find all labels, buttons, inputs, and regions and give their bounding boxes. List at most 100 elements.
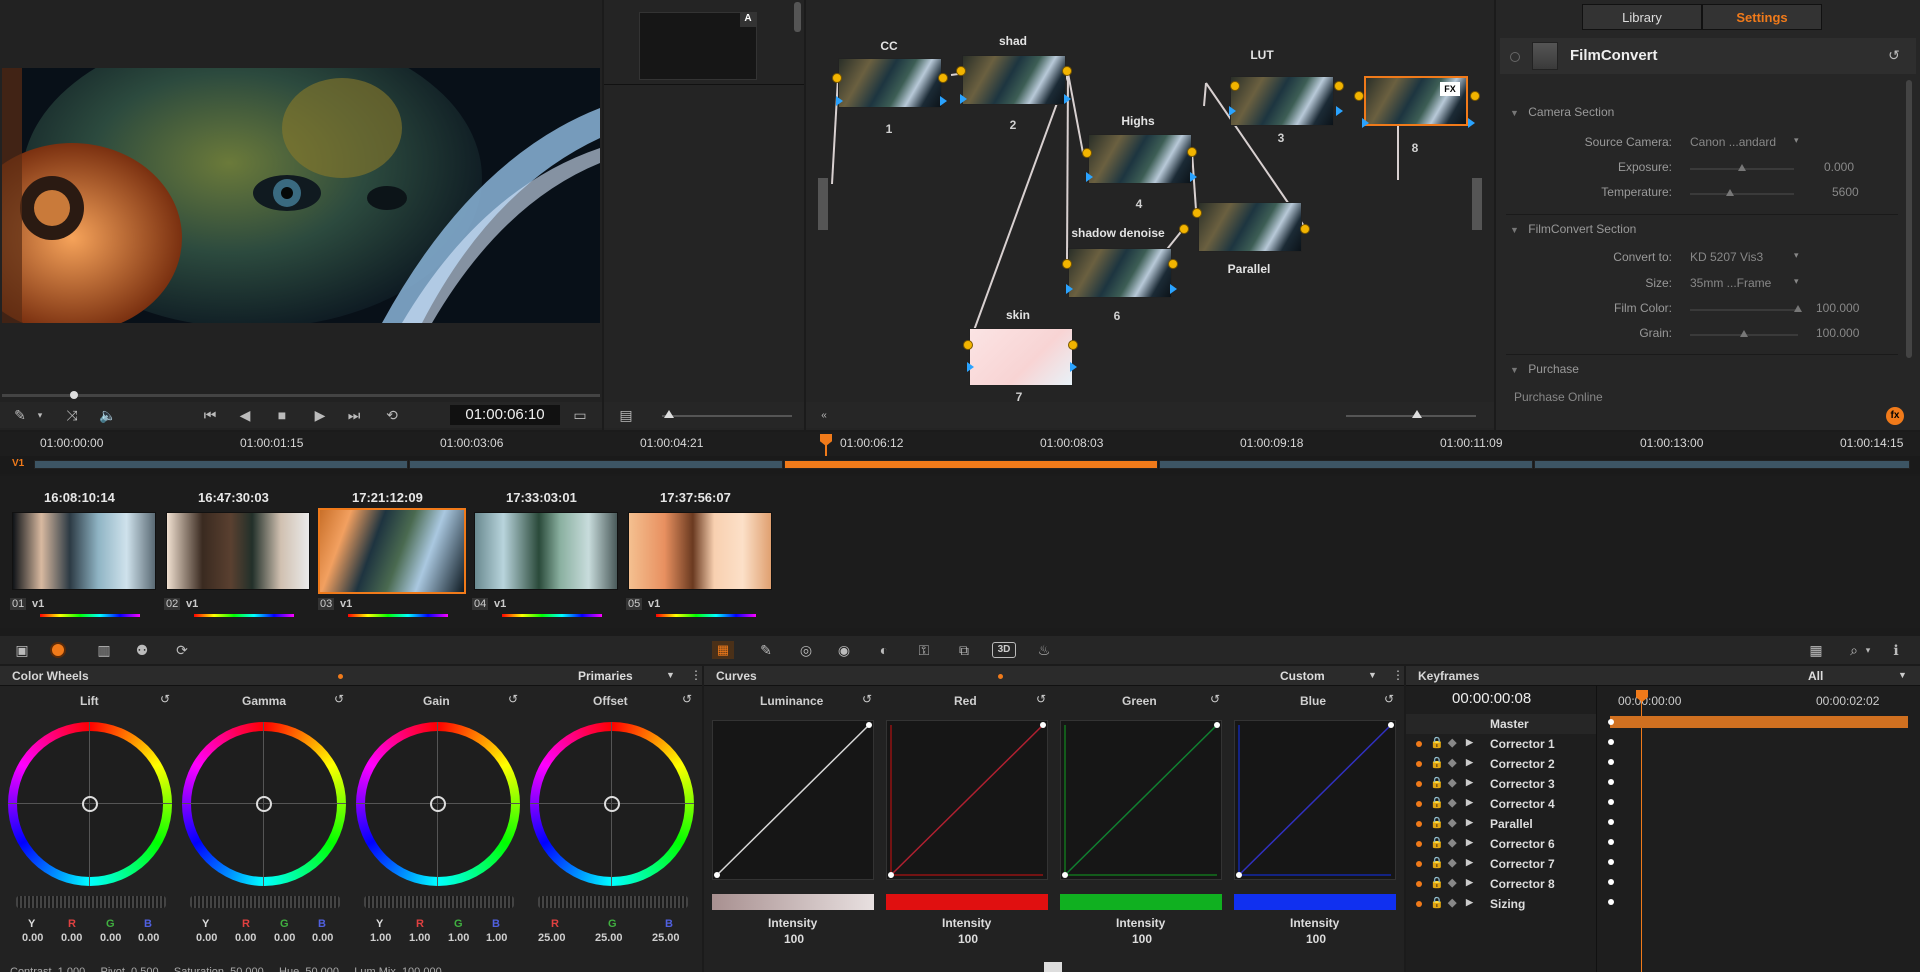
size-dropdown[interactable]: 35mm ...Frame [1690, 276, 1771, 290]
keyframe-enable-dot-icon[interactable] [1416, 761, 1422, 767]
keyframe-marker[interactable] [1608, 819, 1614, 825]
info-icon[interactable]: ℹ [1886, 641, 1906, 659]
skip-to-start-icon[interactable]: ⏮ [200, 406, 220, 424]
inspector-scrollbar[interactable] [1906, 80, 1912, 358]
play-reverse-icon[interactable]: ◀ [235, 406, 255, 424]
keyframe-row[interactable]: 🔒 ◆ ▶ Corrector 8 [1406, 874, 1596, 894]
gallery-zoom-handle[interactable] [664, 410, 674, 418]
timeline-ruler[interactable]: 01:00:00:00 01:00:01:15 01:00:03:06 01:0… [0, 432, 1920, 462]
key-icon[interactable]: ⚿ [914, 641, 934, 659]
gallery-scrollbar[interactable] [794, 2, 801, 32]
track-clip-3[interactable] [784, 460, 1158, 469]
keyframe-row-master[interactable]: Master [1406, 714, 1596, 734]
keyframe-diamond-icon[interactable]: ◆ [1448, 896, 1456, 909]
keyframe-marker[interactable] [1608, 759, 1614, 765]
color-wheels-palette-icon[interactable] [50, 642, 66, 658]
exposure-value[interactable]: 0.000 [1824, 160, 1854, 174]
parallel-input-1[interactable] [1192, 208, 1202, 218]
node-6-input[interactable] [1062, 259, 1072, 269]
keyframe-enable-dot-icon[interactable] [1416, 881, 1422, 887]
node-zoom-slider[interactable] [1346, 415, 1476, 417]
node-7-output[interactable] [1068, 340, 1078, 350]
camera-section-header[interactable]: ▼ Camera Section [1510, 105, 1890, 125]
gallery-album-icon[interactable]: ▤ [616, 406, 636, 424]
keyframe-enable-dot-icon[interactable] [1416, 801, 1422, 807]
lift-reset-icon[interactable]: ↺ [160, 692, 170, 706]
film-color-handle[interactable] [1794, 305, 1802, 312]
keyframe-expand-icon[interactable]: ▶ [1466, 777, 1473, 788]
keyframes-filter-dropdown[interactable]: All [1808, 669, 1823, 683]
keyframe-expand-icon[interactable]: ▶ [1466, 817, 1473, 828]
sync-icon[interactable]: ⟳ [172, 641, 192, 659]
keyframe-enable-dot-icon[interactable] [1416, 821, 1422, 827]
sizing-icon[interactable]: ⧉ [954, 641, 974, 659]
node-1-rgb-out[interactable] [940, 96, 947, 106]
node-7[interactable] [969, 328, 1073, 386]
green-curve[interactable] [1060, 720, 1222, 880]
grid-view-icon[interactable]: ▦ [1806, 641, 1826, 659]
eyedropper-tool-icon[interactable]: ✎ [10, 406, 30, 424]
clip-3-thumbnail[interactable] [318, 508, 466, 594]
node-4-rgb-out[interactable] [1190, 172, 1197, 182]
keyframe-expand-icon[interactable]: ▶ [1466, 877, 1473, 888]
keyframe-expand-icon[interactable]: ▶ [1466, 797, 1473, 808]
keyframe-diamond-icon[interactable]: ◆ [1448, 816, 1456, 829]
node-4-output[interactable] [1187, 147, 1197, 157]
stop-icon[interactable]: ■ [272, 406, 292, 424]
keyframe-diamond-icon[interactable]: ◆ [1448, 776, 1456, 789]
viewer-playhead[interactable] [70, 391, 78, 399]
red-intensity-bar[interactable] [886, 894, 1048, 910]
parallel-input-2[interactable] [1179, 224, 1189, 234]
keyframe-lock-icon[interactable]: 🔒 [1430, 836, 1444, 849]
keyframe-enable-dot-icon[interactable] [1416, 741, 1422, 747]
3d-icon[interactable]: 3D [992, 642, 1016, 658]
source-camera-dropdown[interactable]: Canon ...andard [1690, 135, 1776, 149]
keyframe-diamond-icon[interactable]: ◆ [1448, 736, 1456, 749]
blue-intensity-value[interactable]: 100 [1306, 932, 1326, 946]
keyframe-marker[interactable] [1608, 719, 1614, 725]
node-2-output[interactable] [1062, 66, 1072, 76]
blur-icon[interactable]: ◐ [874, 641, 894, 659]
color-wheels-menu-icon[interactable]: ⋮ [690, 668, 702, 682]
node-2[interactable] [962, 55, 1066, 105]
gamma-r-value[interactable]: 0.00 [235, 932, 256, 944]
offset-wheel[interactable] [530, 722, 694, 886]
keyframe-enable-dot-icon[interactable] [1416, 781, 1422, 787]
keyframe-diamond-icon[interactable]: ◆ [1448, 876, 1456, 889]
track-clip-4[interactable] [1159, 460, 1533, 469]
blue-curve[interactable] [1234, 720, 1396, 880]
keyframe-diamond-icon[interactable]: ◆ [1448, 836, 1456, 849]
grain-value[interactable]: 100.000 [1816, 326, 1859, 340]
keyframe-enable-dot-icon[interactable] [1416, 861, 1422, 867]
tab-library[interactable]: Library [1582, 4, 1702, 30]
node-6-rgb-out[interactable] [1170, 284, 1177, 294]
keyframe-marker[interactable] [1608, 899, 1614, 905]
keyframe-row[interactable]: 🔒 ◆ ▶ Parallel [1406, 814, 1596, 834]
blue-intensity-bar[interactable] [1234, 894, 1396, 910]
red-intensity-value[interactable]: 100 [958, 932, 978, 946]
gamma-g-value[interactable]: 0.00 [274, 932, 295, 944]
node-4-input[interactable] [1082, 148, 1092, 158]
zoom-dropdown-icon[interactable]: ▾ [1858, 641, 1878, 659]
keyframe-lock-icon[interactable]: 🔒 [1430, 896, 1444, 909]
lift-b-value[interactable]: 0.00 [138, 932, 159, 944]
loop-icon[interactable]: ⟲ [382, 406, 402, 424]
gamma-reset-icon[interactable]: ↺ [334, 692, 344, 706]
gamma-wheel[interactable] [182, 722, 346, 886]
film-color-value[interactable]: 100.000 [1816, 301, 1859, 315]
luminance-intensity-value[interactable]: 100 [784, 932, 804, 946]
node-1-rgb-in[interactable] [836, 96, 843, 106]
keyframe-row[interactable]: 🔒 ◆ ▶ Corrector 6 [1406, 834, 1596, 854]
node-1-output[interactable] [938, 73, 948, 83]
node-3-rgb-out[interactable] [1336, 106, 1343, 116]
keyframe-expand-icon[interactable]: ▶ [1466, 837, 1473, 848]
node-2-rgb-in[interactable] [960, 94, 967, 104]
keyframe-marker[interactable] [1608, 859, 1614, 865]
viewer-timecode[interactable]: 01:00:06:10 [450, 405, 560, 425]
purchase-section-header[interactable]: ▼ Purchase [1510, 362, 1890, 382]
keyframe-marker[interactable] [1608, 839, 1614, 845]
keyframe-lock-icon[interactable]: 🔒 [1430, 876, 1444, 889]
node-3[interactable] [1230, 76, 1334, 126]
keyframe-marker[interactable] [1608, 739, 1614, 745]
grain-handle[interactable] [1740, 330, 1748, 337]
